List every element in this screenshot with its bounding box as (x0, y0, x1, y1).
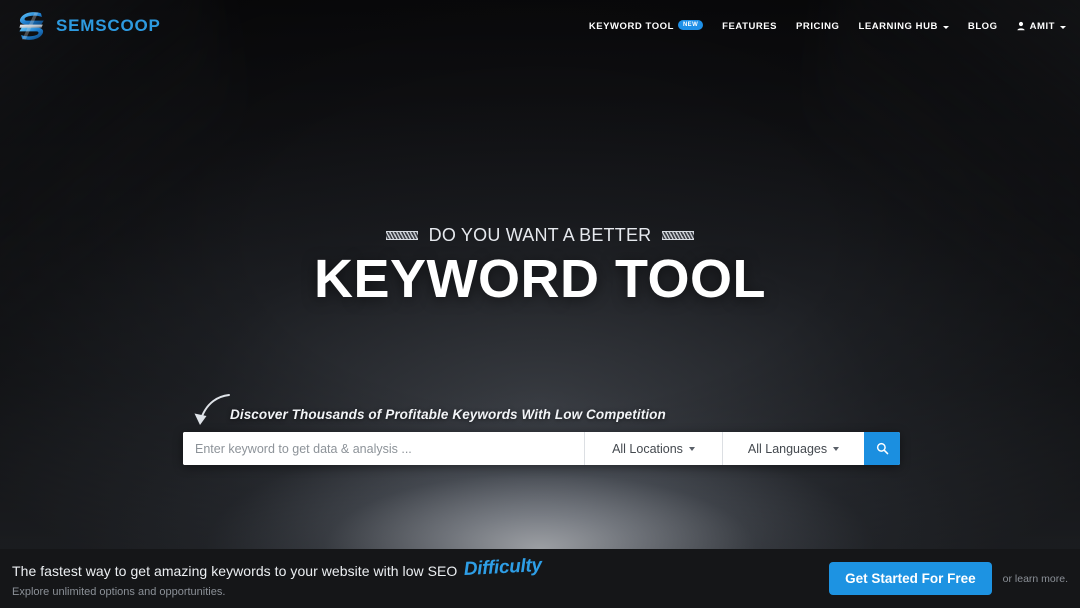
bottom-bar-headline: The fastest way to get amazing keywords … (12, 554, 543, 582)
site-header: SEMSCOOP KEYWORD TOOL NEW FEATURES PRICI… (0, 0, 1080, 52)
locations-dropdown-label: All Locations (612, 441, 683, 456)
light-streak-left-decoration (0, 0, 287, 388)
nav-item-pricing[interactable]: PRICING (796, 21, 839, 32)
search-section: Discover Thousands of Profitable Keyword… (183, 394, 900, 465)
hero-eyebrow: DO YOU WANT A BETTER (428, 225, 652, 245)
keyword-search-bar: All Locations All Languages (183, 432, 900, 465)
chevron-down-icon (833, 446, 840, 451)
nav-label-pricing: PRICING (796, 20, 840, 32)
light-streak-right-decoration (765, 0, 1080, 409)
page-title: KEYWORD TOOL (313, 249, 766, 309)
chevron-down-icon (942, 25, 949, 29)
hatch-bar-left-decoration (385, 231, 418, 240)
search-icon (876, 442, 888, 455)
hero-eyebrow-row: DO YOU WANT A BETTER (0, 225, 1080, 246)
new-badge: NEW (677, 20, 704, 30)
brand-name: SEMSCOOP (56, 16, 161, 35)
nav-item-account[interactable]: AMIT (1016, 20, 1066, 32)
bottom-cta-bar: The fastest way to get amazing keywords … (0, 549, 1080, 608)
chevron-down-icon (1060, 25, 1066, 29)
hatch-bar-right-decoration (662, 231, 695, 240)
nav-item-features[interactable]: FEATURES (722, 21, 777, 32)
learn-more-link[interactable]: or learn more. (1003, 573, 1068, 585)
hero-copy: DO YOU WANT A BETTER KEYWORD TOOL (0, 225, 1080, 308)
nav-label-keyword-tool: KEYWORD TOOL (588, 20, 674, 32)
nav-item-learning-hub[interactable]: LEARNING HUB (858, 20, 949, 32)
nav-label-blog: BLOG (967, 20, 998, 32)
nav-label-learning-hub: LEARNING HUB (858, 20, 938, 32)
languages-dropdown-label: All Languages (747, 441, 828, 456)
nav-label-features: FEATURES (722, 20, 778, 32)
brand-logo[interactable]: SEMSCOOP (14, 8, 161, 44)
bottom-bar-subline: Explore unlimited options and opportunit… (12, 585, 226, 598)
user-icon (1016, 21, 1025, 31)
main-navigation: KEYWORD TOOL NEW FEATURES PRICING LEARNI… (588, 20, 1066, 32)
tagline-row: Discover Thousands of Profitable Keyword… (183, 394, 900, 432)
curved-arrow-down-icon (194, 394, 230, 425)
nav-item-keyword-tool[interactable]: KEYWORD TOOL NEW (588, 20, 704, 32)
bottom-bar-actions: Get Started For Free or learn more. (829, 562, 1068, 595)
bottom-bar-headline-accent: Difficulty (463, 554, 543, 580)
nav-label-account: AMIT (1029, 20, 1055, 32)
search-input[interactable] (183, 432, 584, 465)
bottom-bar-text-block: The fastest way to get amazing keywords … (12, 554, 543, 598)
bottom-bar-headline-main: The fastest way to get amazing keywords … (12, 562, 458, 579)
nav-item-blog[interactable]: BLOG (968, 21, 998, 32)
page-root: SEMSCOOP KEYWORD TOOL NEW FEATURES PRICI… (0, 0, 1080, 608)
chevron-down-icon (688, 446, 695, 451)
languages-dropdown[interactable]: All Languages (722, 432, 864, 465)
search-tagline: Discover Thousands of Profitable Keyword… (230, 407, 666, 422)
search-submit-button[interactable] (864, 432, 900, 465)
locations-dropdown[interactable]: All Locations (584, 432, 722, 465)
get-started-button[interactable]: Get Started For Free (829, 562, 992, 595)
semscoop-s-logo-icon (19, 12, 44, 40)
